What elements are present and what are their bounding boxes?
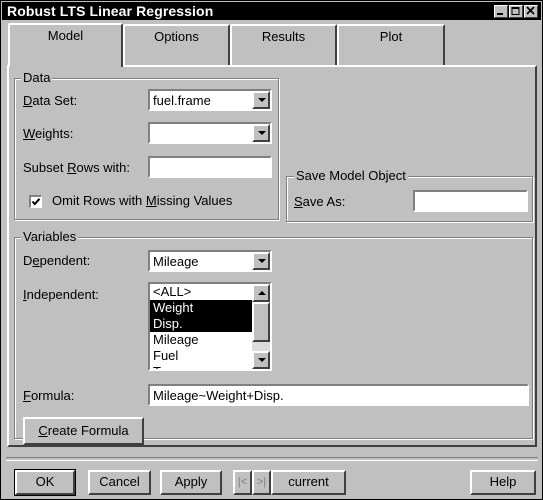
variables-group-title: Variables (21, 229, 79, 244)
data-set-value: fuel.frame (153, 93, 211, 108)
independent-list-items: <ALL>WeightDisp.MileageFuelType (150, 284, 252, 369)
tab-model[interactable]: Model (8, 23, 123, 67)
close-button[interactable] (524, 5, 538, 18)
tab-model-label: Model (47, 28, 84, 43)
minimize-icon (497, 13, 503, 15)
cancel-label: Cancel (99, 474, 140, 489)
list-item[interactable]: <ALL> (150, 284, 252, 300)
list-item[interactable]: Weight (150, 300, 252, 316)
weights-label: Weights: (23, 126, 74, 141)
chevron-up-icon (258, 291, 266, 295)
independent-scrollbar[interactable] (252, 284, 270, 369)
omit-missing-label[interactable]: Omit Rows with Missing Values (52, 193, 232, 209)
tab-results[interactable]: Results (230, 24, 337, 66)
dialog-window: Robust LTS Linear Regression Model Optio… (0, 0, 543, 500)
dependent-label: Dependent: (23, 253, 91, 268)
maximize-button[interactable] (509, 5, 523, 18)
save-as-label: Save As: (294, 194, 346, 209)
window-title: Robust LTS Linear Regression (7, 3, 214, 19)
footer-divider (6, 457, 538, 461)
weights-dropdown-button[interactable] (252, 124, 270, 142)
omit-missing-checkbox[interactable] (29, 195, 42, 208)
data-set-dropdown-button[interactable] (252, 91, 270, 109)
data-set-dropdown[interactable]: fuel.frame (148, 89, 272, 111)
formula-value: Mileage~Weight+Disp. (153, 388, 284, 403)
maximize-icon (511, 7, 520, 15)
save-model-group-title: Save Model Object (294, 168, 408, 183)
minimize-button[interactable] (494, 5, 508, 18)
previous-label: |< (237, 476, 248, 488)
dependent-dropdown-button[interactable] (252, 252, 270, 270)
ok-label: OK (35, 474, 55, 489)
tab-options[interactable]: Options (123, 24, 230, 66)
list-item[interactable]: Disp. (150, 316, 252, 332)
save-as-input[interactable] (413, 190, 528, 212)
formula-input[interactable]: Mileage~Weight+Disp. (148, 384, 529, 406)
tab-options-label: Options (154, 29, 199, 44)
cancel-button[interactable]: Cancel (88, 470, 151, 495)
list-item[interactable]: Mileage (150, 332, 252, 348)
create-formula-button[interactable]: Create Formula (23, 417, 144, 445)
tab-plot[interactable]: Plot (337, 24, 445, 66)
scroll-up-button[interactable] (252, 284, 270, 302)
current-object-field[interactable]: current (271, 470, 346, 495)
next-label: >| (256, 476, 267, 488)
independent-label: Independent: (23, 287, 99, 302)
weights-dropdown[interactable] (148, 122, 272, 144)
chevron-down-icon (258, 98, 266, 102)
independent-listbox[interactable]: <ALL>WeightDisp.MileageFuelType (148, 282, 272, 371)
apply-label: Apply (174, 474, 208, 489)
title-bar[interactable]: Robust LTS Linear Regression (2, 2, 541, 20)
checkmark-icon (31, 198, 41, 206)
list-item[interactable]: Type (150, 364, 252, 369)
help-label: Help (489, 474, 517, 489)
data-set-label: Data Set: (23, 93, 78, 108)
variables-groupbox: Variables (14, 230, 533, 439)
scroll-down-button[interactable] (252, 351, 270, 369)
next-object-button[interactable]: >| (252, 470, 271, 495)
previous-object-button[interactable]: |< (233, 470, 252, 495)
chevron-down-icon (258, 131, 266, 135)
tab-results-label: Results (261, 29, 306, 44)
list-item[interactable]: Fuel (150, 348, 252, 364)
create-formula-label: Create Formula (38, 423, 129, 438)
formula-label: Formula: (23, 388, 75, 403)
help-button[interactable]: Help (470, 470, 536, 495)
dependent-dropdown[interactable]: Mileage (148, 250, 272, 272)
subset-rows-input[interactable] (148, 156, 272, 178)
dependent-value: Mileage (153, 254, 199, 269)
close-icon (526, 6, 535, 15)
apply-button[interactable]: Apply (160, 470, 222, 495)
current-label: current (288, 474, 329, 489)
ok-button[interactable]: OK (14, 469, 76, 496)
chevron-down-icon (258, 259, 266, 263)
scroll-thumb[interactable] (252, 302, 270, 342)
tab-plot-label: Plot (379, 29, 403, 44)
data-group-title: Data (21, 70, 53, 85)
subset-rows-label: Subset Rows with: (23, 160, 130, 175)
chevron-down-icon (258, 358, 266, 362)
